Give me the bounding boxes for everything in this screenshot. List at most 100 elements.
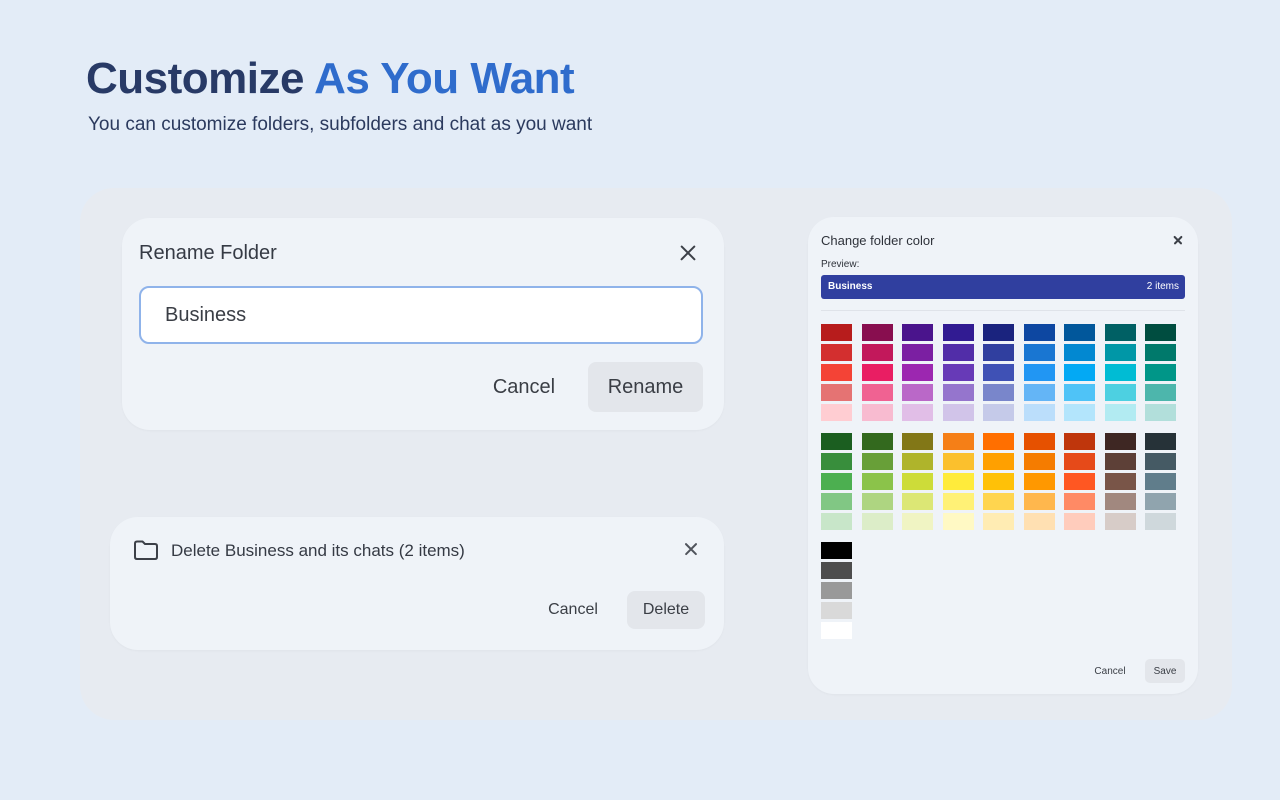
color-swatch[interactable]: [983, 384, 1014, 401]
color-swatch[interactable]: [902, 344, 933, 361]
close-icon[interactable]: [1172, 234, 1183, 245]
color-swatch[interactable]: [983, 344, 1014, 361]
color-swatch[interactable]: [1064, 384, 1095, 401]
color-swatch[interactable]: [861, 513, 893, 530]
color-swatch[interactable]: [942, 344, 974, 361]
color-swatch[interactable]: [1064, 473, 1095, 490]
rename-cancel-button[interactable]: Cancel: [479, 362, 569, 412]
color-swatch[interactable]: [821, 493, 852, 510]
color-swatch[interactable]: [861, 384, 893, 401]
color-swatch[interactable]: [821, 324, 852, 341]
color-swatch[interactable]: [861, 493, 893, 510]
color-swatch[interactable]: [821, 542, 852, 559]
color-swatch[interactable]: [861, 473, 893, 490]
color-swatch[interactable]: [1023, 513, 1055, 530]
color-swatch[interactable]: [1104, 433, 1136, 450]
color-swatch[interactable]: [902, 433, 933, 450]
color-swatch[interactable]: [1104, 384, 1136, 401]
color-swatch[interactable]: [983, 473, 1014, 490]
color-swatch[interactable]: [1104, 404, 1136, 421]
color-swatch[interactable]: [1145, 384, 1176, 401]
color-swatch[interactable]: [1023, 433, 1055, 450]
color-swatch[interactable]: [821, 384, 852, 401]
color-swatch[interactable]: [1064, 513, 1095, 530]
color-swatch[interactable]: [861, 404, 893, 421]
color-swatch[interactable]: [1145, 433, 1176, 450]
color-swatch[interactable]: [942, 453, 974, 470]
color-swatch[interactable]: [821, 582, 852, 599]
color-swatch[interactable]: [821, 404, 852, 421]
color-swatch[interactable]: [1104, 513, 1136, 530]
color-swatch[interactable]: [983, 364, 1014, 381]
color-swatch[interactable]: [983, 513, 1014, 530]
color-swatch[interactable]: [821, 344, 852, 361]
color-swatch[interactable]: [821, 622, 852, 639]
color-swatch[interactable]: [1104, 453, 1136, 470]
color-swatch[interactable]: [902, 384, 933, 401]
color-swatch[interactable]: [983, 433, 1014, 450]
color-swatch[interactable]: [821, 433, 852, 450]
color-swatch[interactable]: [1145, 344, 1176, 361]
color-swatch[interactable]: [1145, 324, 1176, 341]
color-swatch[interactable]: [1064, 364, 1095, 381]
color-swatch[interactable]: [983, 493, 1014, 510]
color-swatch[interactable]: [902, 404, 933, 421]
color-swatch[interactable]: [821, 602, 852, 619]
color-swatch[interactable]: [1064, 493, 1095, 510]
color-swatch[interactable]: [1023, 404, 1055, 421]
color-swatch[interactable]: [1064, 404, 1095, 421]
color-swatch[interactable]: [861, 344, 893, 361]
color-swatch[interactable]: [902, 513, 933, 530]
color-swatch[interactable]: [902, 453, 933, 470]
color-swatch[interactable]: [821, 453, 852, 470]
color-swatch[interactable]: [1023, 324, 1055, 341]
color-swatch[interactable]: [902, 324, 933, 341]
color-swatch[interactable]: [942, 493, 974, 510]
color-swatch[interactable]: [1145, 453, 1176, 470]
folder-name-input[interactable]: [139, 286, 703, 344]
color-swatch[interactable]: [942, 364, 974, 381]
color-swatch[interactable]: [1145, 404, 1176, 421]
color-swatch[interactable]: [1023, 344, 1055, 361]
color-swatch[interactable]: [1104, 493, 1136, 510]
color-swatch[interactable]: [1064, 433, 1095, 450]
close-icon[interactable]: [683, 541, 699, 557]
color-swatch[interactable]: [821, 513, 852, 530]
color-swatch[interactable]: [861, 433, 893, 450]
color-swatch[interactable]: [1023, 493, 1055, 510]
color-swatch[interactable]: [942, 473, 974, 490]
rename-confirm-button[interactable]: Rename: [588, 362, 703, 412]
color-cancel-button[interactable]: Cancel: [1086, 659, 1134, 683]
color-swatch[interactable]: [821, 562, 852, 579]
delete-cancel-button[interactable]: Cancel: [535, 591, 611, 629]
color-swatch[interactable]: [942, 433, 974, 450]
color-swatch[interactable]: [1064, 344, 1095, 361]
color-swatch[interactable]: [902, 493, 933, 510]
color-swatch[interactable]: [861, 324, 893, 341]
color-swatch[interactable]: [942, 513, 974, 530]
color-swatch[interactable]: [1104, 473, 1136, 490]
color-swatch[interactable]: [861, 364, 893, 381]
color-swatch[interactable]: [942, 324, 974, 341]
color-swatch[interactable]: [902, 473, 933, 490]
close-icon[interactable]: [678, 243, 698, 263]
color-swatch[interactable]: [1145, 364, 1176, 381]
color-swatch[interactable]: [1023, 384, 1055, 401]
delete-confirm-button[interactable]: Delete: [627, 591, 705, 629]
color-swatch[interactable]: [1023, 473, 1055, 490]
color-swatch[interactable]: [821, 364, 852, 381]
color-swatch[interactable]: [942, 404, 974, 421]
color-swatch[interactable]: [1064, 324, 1095, 341]
color-swatch[interactable]: [983, 404, 1014, 421]
color-swatch[interactable]: [821, 473, 852, 490]
color-swatch[interactable]: [1145, 493, 1176, 510]
color-swatch[interactable]: [983, 324, 1014, 341]
color-swatch[interactable]: [861, 453, 893, 470]
color-swatch[interactable]: [1023, 364, 1055, 381]
color-swatch[interactable]: [1064, 453, 1095, 470]
color-swatch[interactable]: [942, 384, 974, 401]
color-swatch[interactable]: [1023, 453, 1055, 470]
color-swatch[interactable]: [983, 453, 1014, 470]
color-swatch[interactable]: [1104, 324, 1136, 341]
color-swatch[interactable]: [1104, 364, 1136, 381]
